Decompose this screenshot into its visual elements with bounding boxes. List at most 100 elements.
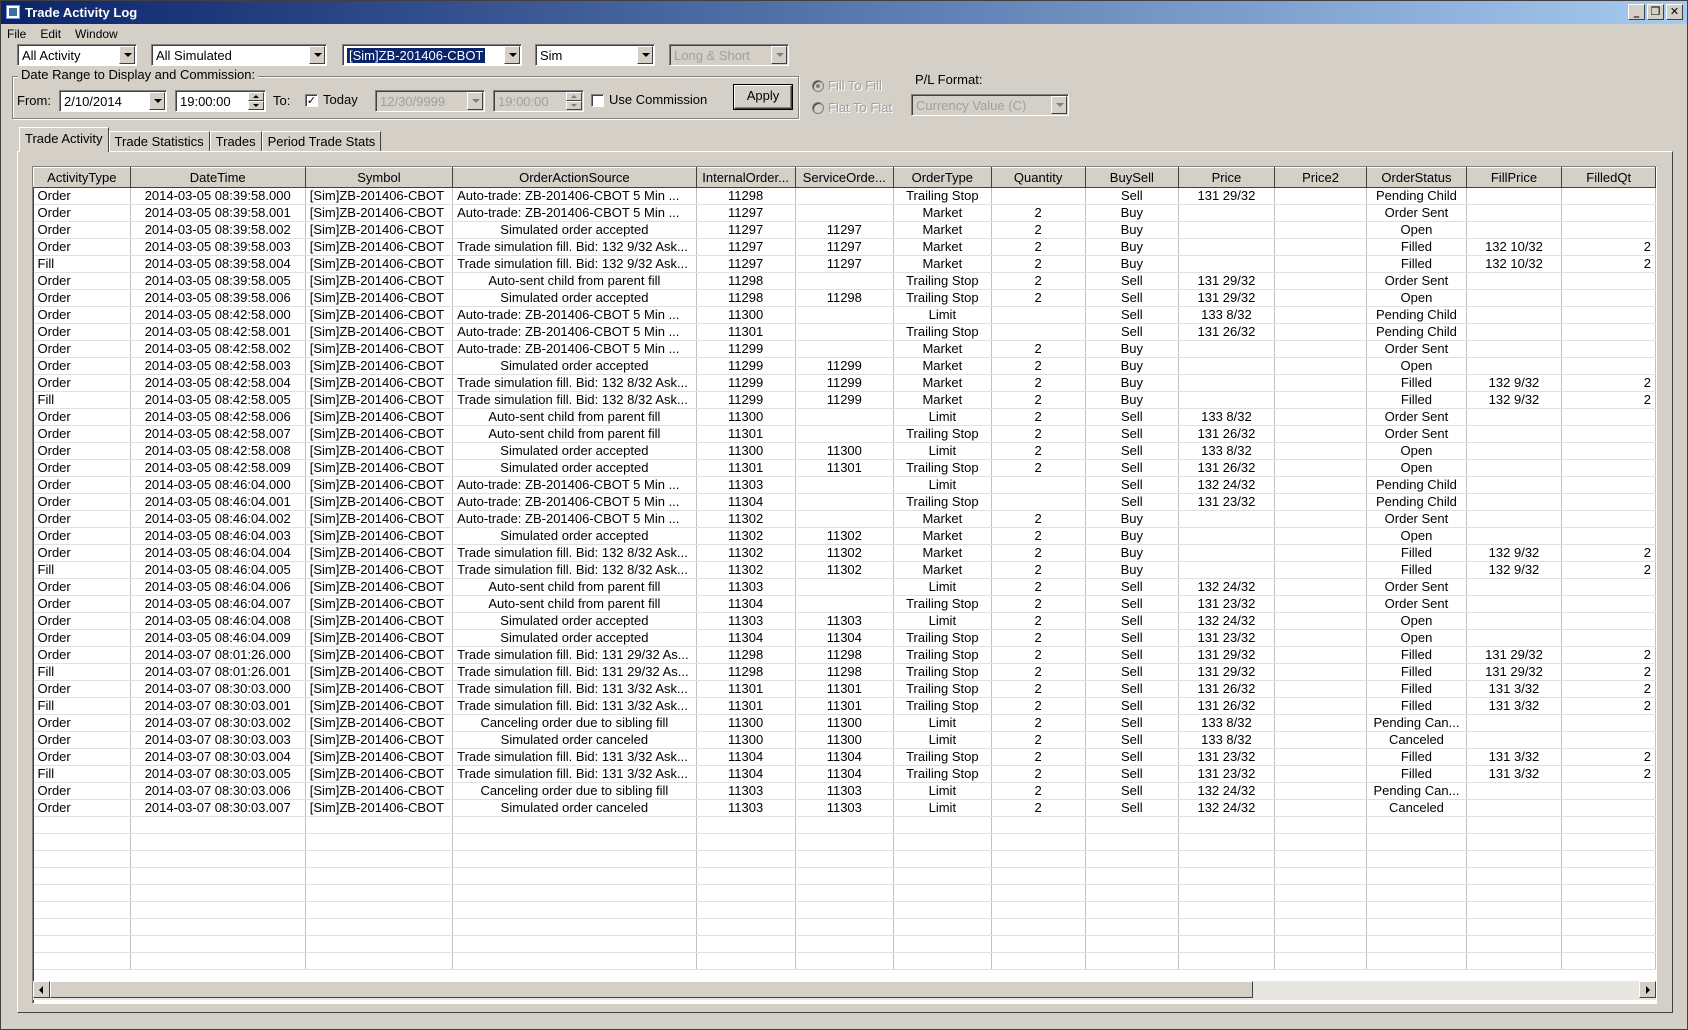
table-row[interactable]: Order 2014-03-07 08:30:03.000 [Sim]ZB-2014… <box>33 680 1656 698</box>
chevron-down-icon[interactable] <box>309 46 325 64</box>
table-row[interactable]: Fill 2014-03-05 08:42:58.005 [Sim]ZB-20140… <box>33 391 1656 409</box>
today-checkbox[interactable]: ✓ <box>305 94 318 107</box>
scroll-thumb[interactable] <box>50 981 1253 998</box>
table-row[interactable]: Order 2014-03-05 08:42:58.009 [Sim]ZB-2014… <box>33 459 1656 477</box>
pl-format-dropdown[interactable]: Currency Value (C) <box>911 94 1069 116</box>
table-row[interactable]: Order 2014-03-05 08:42:58.003 [Sim]ZB-2014… <box>33 357 1656 375</box>
table-row[interactable]: Fill 2014-03-07 08:30:03.001 [Sim]ZB-20140… <box>33 697 1656 715</box>
column-header[interactable]: Quantity <box>990 167 1086 188</box>
close-button[interactable]: ✕ <box>1666 4 1683 20</box>
column-header[interactable]: OrderStatus <box>1366 167 1467 188</box>
apply-button[interactable]: Apply <box>734 85 792 109</box>
empty-row[interactable] <box>33 901 1656 919</box>
connection-filter-dropdown[interactable]: Sim <box>535 44 655 66</box>
title-bar[interactable]: Trade Activity Log _ ❐ ✕ <box>1 1 1687 24</box>
table-row[interactable]: Order 2014-03-07 08:30:03.006 [Sim]ZB-2014… <box>33 782 1656 800</box>
empty-row[interactable] <box>33 850 1656 868</box>
chevron-down-icon[interactable] <box>504 46 520 64</box>
side-filter-dropdown[interactable]: Long & Short <box>669 44 789 66</box>
table-row[interactable]: Order 2014-03-05 08:46:04.004 [Sim]ZB-2014… <box>33 544 1656 562</box>
table-row[interactable]: Order 2014-03-07 08:01:26.000 [Sim]ZB-2014… <box>33 646 1656 664</box>
column-header[interactable]: FillPrice <box>1465 167 1563 188</box>
empty-row[interactable] <box>33 816 1656 834</box>
flat-to-flat-radio[interactable] <box>812 102 824 114</box>
column-header[interactable]: OrderType <box>893 167 992 188</box>
table-row[interactable]: Order 2014-03-05 08:42:58.004 [Sim]ZB-2014… <box>33 374 1656 392</box>
table-row[interactable]: Order 2014-03-05 08:39:58.001 [Sim]ZB-2014… <box>33 204 1656 222</box>
scroll-left-icon[interactable] <box>33 981 50 998</box>
empty-row[interactable] <box>33 867 1656 885</box>
chevron-down-icon[interactable] <box>771 46 787 64</box>
table-row[interactable]: Order 2014-03-05 08:39:58.002 [Sim]ZB-2014… <box>33 221 1656 239</box>
table-row[interactable]: Order 2014-03-05 08:39:58.000 [Sim]ZB-2014… <box>33 187 1656 205</box>
table-row[interactable]: Order 2014-03-05 08:42:58.002 [Sim]ZB-2014… <box>33 340 1656 358</box>
to-date-picker[interactable]: 12/30/9999 <box>375 90 485 112</box>
table-row[interactable]: Order 2014-03-05 08:42:58.000 [Sim]ZB-2014… <box>33 306 1656 324</box>
table-row[interactable]: Order 2014-03-05 08:46:04.009 [Sim]ZB-2014… <box>33 629 1656 647</box>
table-row[interactable]: Order 2014-03-05 08:42:58.007 [Sim]ZB-2014… <box>33 425 1656 443</box>
column-header[interactable]: InternalOrder... <box>695 167 796 188</box>
table-row[interactable]: Order 2014-03-05 08:39:58.003 [Sim]ZB-2014… <box>33 238 1656 256</box>
table-row[interactable]: Order 2014-03-05 08:46:04.008 [Sim]ZB-2014… <box>33 612 1656 630</box>
spin-down-icon[interactable] <box>248 101 264 110</box>
table-row[interactable]: Order 2014-03-05 08:46:04.003 [Sim]ZB-2014… <box>33 527 1656 545</box>
horizontal-scrollbar[interactable] <box>33 981 1656 1000</box>
column-header[interactable]: Price <box>1178 167 1275 188</box>
spin-down-icon[interactable] <box>566 101 582 110</box>
instrument-filter-dropdown[interactable]: [Sim]ZB-201406-CBOT <box>342 44 522 66</box>
table-row[interactable]: Fill 2014-03-05 08:39:58.004 [Sim]ZB-20140… <box>33 255 1656 273</box>
account-filter-dropdown[interactable]: All Simulated <box>151 44 327 66</box>
table-row[interactable]: Order 2014-03-05 08:46:04.002 [Sim]ZB-2014… <box>33 510 1656 528</box>
empty-row[interactable] <box>33 918 1656 936</box>
tab-trade-statistics[interactable]: Trade Statistics <box>108 131 210 152</box>
column-header[interactable]: FilledQt <box>1561 167 1656 188</box>
table-row[interactable]: Order 2014-03-05 08:42:58.006 [Sim]ZB-2014… <box>33 408 1656 426</box>
menu-edit[interactable]: Edit <box>40 27 61 41</box>
chevron-down-icon[interactable] <box>119 46 135 64</box>
tab-period-trade-stats[interactable]: Period Trade Stats <box>261 131 382 152</box>
table-row[interactable]: Order 2014-03-05 08:46:04.007 [Sim]ZB-2014… <box>33 595 1656 613</box>
table-row[interactable]: Order 2014-03-05 08:46:04.001 [Sim]ZB-2014… <box>33 493 1656 511</box>
table-row[interactable]: Order 2014-03-07 08:30:03.004 [Sim]ZB-2014… <box>33 748 1656 766</box>
tab-trade-activity[interactable]: Trade Activity <box>19 127 109 152</box>
table-row[interactable]: Order 2014-03-07 08:30:03.002 [Sim]ZB-2014… <box>33 714 1656 732</box>
column-header[interactable]: ServiceOrde... <box>794 167 895 188</box>
table-row[interactable]: Order 2014-03-05 08:39:58.006 [Sim]ZB-2014… <box>33 289 1656 307</box>
trade-activity-grid[interactable]: ActivityType DateTime Symbol OrderActionSou… <box>32 166 1657 1004</box>
chevron-down-icon[interactable] <box>149 92 165 110</box>
table-row[interactable]: Fill 2014-03-05 08:46:04.005 [Sim]ZB-20140… <box>33 561 1656 579</box>
table-row[interactable]: Order 2014-03-05 08:39:58.005 [Sim]ZB-2014… <box>33 272 1656 290</box>
spin-up-icon[interactable] <box>248 92 264 101</box>
empty-row[interactable] <box>33 884 1656 902</box>
spin-up-icon[interactable] <box>566 92 582 101</box>
empty-row[interactable] <box>33 952 1656 970</box>
from-time-spinner[interactable]: 19:00:00 <box>175 90 266 112</box>
table-row[interactable]: Order 2014-03-05 08:42:58.008 [Sim]ZB-2014… <box>33 442 1656 460</box>
chevron-down-icon[interactable] <box>637 46 653 64</box>
empty-row[interactable] <box>33 833 1656 851</box>
table-row[interactable]: Order 2014-03-07 08:30:03.007 [Sim]ZB-2014… <box>33 799 1656 817</box>
scroll-right-icon[interactable] <box>1639 981 1656 998</box>
table-row[interactable]: Order 2014-03-05 08:46:04.006 [Sim]ZB-2014… <box>33 578 1656 596</box>
use-commission-checkbox[interactable] <box>591 94 604 107</box>
column-header[interactable]: Price2 <box>1273 167 1368 188</box>
tab-trades[interactable]: Trades <box>209 131 262 152</box>
table-row[interactable]: Order 2014-03-07 08:30:03.003 [Sim]ZB-2014… <box>33 731 1656 749</box>
chevron-down-icon[interactable] <box>1051 96 1067 114</box>
column-header[interactable]: ActivityType <box>33 167 131 188</box>
column-header[interactable]: Symbol <box>304 167 454 188</box>
chevron-down-icon[interactable] <box>467 92 483 110</box>
table-row[interactable]: Order 2014-03-05 08:42:58.001 [Sim]ZB-2014… <box>33 323 1656 341</box>
activity-filter-dropdown[interactable]: All Activity <box>17 44 137 66</box>
column-header[interactable]: OrderActionSource <box>452 167 697 188</box>
column-header[interactable]: BuySell <box>1084 167 1180 188</box>
table-row[interactable]: Order 2014-03-05 08:46:04.000 [Sim]ZB-2014… <box>33 476 1656 494</box>
to-time-spinner[interactable]: 19:00:00 <box>493 90 584 112</box>
empty-row[interactable] <box>33 935 1656 953</box>
menu-window[interactable]: Window <box>75 27 118 41</box>
fill-to-fill-radio[interactable] <box>812 80 824 92</box>
table-row[interactable]: Fill 2014-03-07 08:30:03.005 [Sim]ZB-20140… <box>33 765 1656 783</box>
from-date-picker[interactable]: 2/10/2014 <box>59 90 167 112</box>
menu-file[interactable]: File <box>7 27 26 41</box>
column-header[interactable]: DateTime <box>129 167 306 188</box>
